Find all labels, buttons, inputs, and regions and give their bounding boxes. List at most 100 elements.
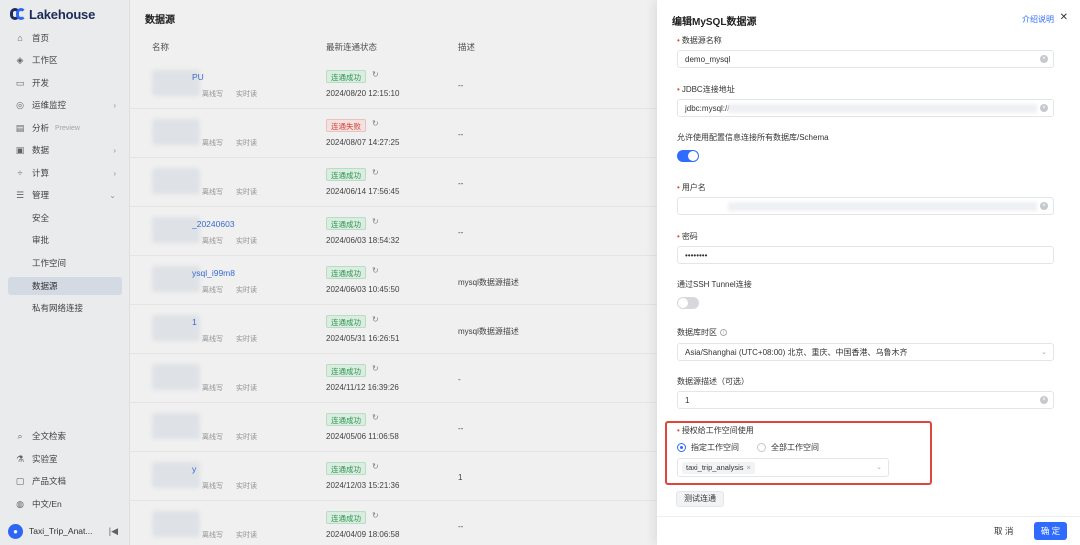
table-row[interactable]: y 离线写 实时读 连通成功 ↻ 2024/12/03 15:21:36 1 bbox=[130, 452, 657, 501]
sidebar-item-security[interactable]: 安全 bbox=[8, 209, 122, 227]
user-menu[interactable]: ● Taxi_Trip_Anat... |◀ bbox=[8, 522, 122, 540]
refresh-icon[interactable]: ↻ bbox=[372, 70, 379, 79]
sidebar-item-language[interactable]: ◍ 中文/En bbox=[8, 495, 122, 513]
sidebar-item-datasource[interactable]: 数据源 bbox=[8, 277, 122, 295]
jdbc-input[interactable]: jdbc:mysql://× bbox=[677, 99, 1054, 117]
clear-icon[interactable]: × bbox=[1040, 396, 1048, 404]
timezone-select[interactable]: Asia/Shanghai (UTC+08:00) 北京、重庆、中国香港、乌鲁木… bbox=[677, 343, 1054, 361]
username-input[interactable]: × bbox=[677, 197, 1054, 215]
table-row[interactable]: 离线写 实时读 连通成功 ↻ 2024/05/06 11:06:58 -- bbox=[130, 403, 657, 452]
name-input[interactable]: demo_mysql × bbox=[677, 50, 1054, 68]
table-row[interactable]: 离线写 实时读 连通成功 ↻ 2024/06/14 17:56:45 -- bbox=[130, 158, 657, 207]
status-badge: 连通成功 bbox=[326, 364, 366, 377]
sidebar-item-search[interactable]: ⌕ 全文检索 bbox=[8, 427, 122, 445]
collapse-sidebar-icon[interactable]: |◀ bbox=[109, 526, 118, 537]
confirm-button[interactable]: 确 定 bbox=[1034, 522, 1067, 540]
monitor-icon: ◎ bbox=[16, 99, 24, 110]
settings-icon: ☰ bbox=[15, 189, 25, 200]
status-badge: 连通成功 bbox=[326, 315, 366, 328]
refresh-icon[interactable]: ↻ bbox=[372, 168, 379, 177]
sidebar-item-home[interactable]: ⌂ 首页 bbox=[8, 29, 122, 47]
sidebar-item-analysis[interactable]: ▤ 分析 Preview bbox=[8, 119, 122, 137]
datasource-name-link[interactable]: ysql_i99m8 bbox=[192, 268, 235, 278]
cancel-button[interactable]: 取 消 bbox=[990, 523, 1017, 539]
datasource-name-link[interactable]: _20240603 bbox=[192, 219, 235, 229]
desc-label: 数据源描述（可选） bbox=[677, 377, 749, 386]
row-description: -- bbox=[458, 130, 464, 139]
radio-all[interactable] bbox=[757, 443, 766, 452]
remove-chip-icon[interactable]: × bbox=[747, 463, 751, 472]
table-row[interactable]: PU 离线写 实时读 连通成功 ↻ 2024/08/20 12:15:10 -- bbox=[130, 60, 657, 109]
password-input[interactable]: •••••••• bbox=[677, 246, 1054, 264]
sidebar-item-approval[interactable]: 审批 bbox=[8, 231, 122, 249]
row-name-blurred bbox=[152, 413, 200, 439]
status-badge: 连通成功 bbox=[326, 413, 366, 426]
table-row[interactable]: 离线写 实时读 连通成功 ↻ 2024/11/12 16:39:26 - bbox=[130, 354, 657, 403]
tag-offline-write: 离线写 bbox=[202, 189, 223, 196]
tag-realtime-read: 实时读 bbox=[236, 385, 257, 392]
page-title: 数据源 bbox=[145, 15, 175, 26]
tag-offline-write: 离线写 bbox=[202, 483, 223, 490]
refresh-icon[interactable]: ↻ bbox=[372, 266, 379, 275]
radio-all-label[interactable]: 全部工作空间 bbox=[771, 442, 819, 453]
tag-realtime-read: 实时读 bbox=[236, 287, 257, 294]
row-description: 1 bbox=[458, 473, 463, 482]
datasource-name-link[interactable]: y bbox=[192, 464, 196, 474]
sidebar-item-workspaces[interactable]: 工作空间 bbox=[8, 254, 122, 272]
drawer-title: 编辑MySQL数据源 bbox=[672, 17, 757, 28]
compute-icon: ÷ bbox=[17, 168, 23, 178]
radio-specific[interactable] bbox=[677, 443, 686, 452]
clear-icon[interactable]: × bbox=[1040, 104, 1048, 112]
clear-icon[interactable]: × bbox=[1040, 202, 1048, 210]
datasource-name-link[interactable]: 1 bbox=[192, 317, 197, 327]
row-description: -- bbox=[458, 522, 464, 531]
table-row[interactable]: _20240603 离线写 实时读 连通成功 ↻ 2024/06/03 18:54:32 -… bbox=[130, 207, 657, 256]
table-row[interactable]: 1 离线写 实时读 连通成功 ↻ 2024/05/31 16:26:51 mysql数据源描… bbox=[130, 305, 657, 354]
tag-offline-write: 离线写 bbox=[202, 140, 223, 147]
sidebar-item-data[interactable]: ▣ 数据 › bbox=[8, 141, 122, 159]
chevron-right-icon: › bbox=[113, 168, 116, 178]
allow-all-toggle[interactable] bbox=[677, 150, 699, 162]
status-badge: 连通成功 bbox=[326, 462, 366, 475]
row-description: -- bbox=[458, 179, 464, 188]
refresh-icon[interactable]: ↻ bbox=[372, 413, 379, 422]
tag-realtime-read: 实时读 bbox=[236, 434, 257, 441]
analysis-icon: ▤ bbox=[15, 122, 25, 133]
sidebar-item-compute[interactable]: ÷ 计算 › bbox=[8, 164, 122, 182]
tag-realtime-read: 实时读 bbox=[236, 91, 257, 98]
tag-realtime-read: 实时读 bbox=[236, 238, 257, 245]
help-link[interactable]: 介绍说明 bbox=[1022, 14, 1054, 25]
sidebar-item-monitor[interactable]: ◎ 运维监控 › bbox=[8, 96, 122, 114]
sidebar-item-private-network[interactable]: 私有网络连接 bbox=[8, 299, 122, 317]
drawer-footer-divider bbox=[657, 516, 1080, 517]
table-row[interactable]: 离线写 实时读 连通成功 ↻ 2024/04/09 18:06:58 -- bbox=[130, 501, 657, 545]
info-icon: i bbox=[720, 329, 727, 337]
refresh-icon[interactable]: ↻ bbox=[372, 364, 379, 373]
sidebar-item-manage[interactable]: ☰ 管理 ⌄ bbox=[8, 186, 122, 204]
sidebar-item-develop[interactable]: ▭ 开发 bbox=[8, 74, 122, 92]
desc-input[interactable]: 1 × bbox=[677, 391, 1054, 409]
status-time: 2024/06/03 10:45:50 bbox=[326, 285, 400, 294]
logo[interactable]: Lakehouse bbox=[10, 6, 95, 22]
radio-specific-label[interactable]: 指定工作空间 bbox=[691, 442, 739, 453]
ssh-toggle[interactable] bbox=[677, 297, 699, 309]
sidebar-item-docs[interactable]: ▢ 产品文档 bbox=[8, 472, 122, 490]
clear-icon[interactable]: × bbox=[1040, 55, 1048, 63]
test-connection-button[interactable]: 测试连通 bbox=[676, 491, 724, 507]
sidebar-item-workspace[interactable]: ◈ 工作区 bbox=[8, 51, 122, 69]
tag-offline-write: 离线写 bbox=[202, 91, 223, 98]
tag-offline-write: 离线写 bbox=[202, 336, 223, 343]
workspace-select[interactable]: taxi_trip_analysis × ⌄ bbox=[677, 458, 889, 477]
table-row[interactable]: ysql_i99m8 离线写 实时读 连通成功 ↻ 2024/06/03 10:45:50… bbox=[130, 256, 657, 305]
status-time: 2024/05/31 16:26:51 bbox=[326, 334, 400, 343]
refresh-icon[interactable]: ↻ bbox=[372, 511, 379, 520]
refresh-icon[interactable]: ↻ bbox=[372, 315, 379, 324]
refresh-icon[interactable]: ↻ bbox=[372, 217, 379, 226]
close-icon[interactable]: ✕ bbox=[1060, 12, 1068, 23]
status-time: 2024/05/06 11:06:58 bbox=[326, 432, 399, 441]
refresh-icon[interactable]: ↻ bbox=[372, 119, 379, 128]
refresh-icon[interactable]: ↻ bbox=[372, 462, 379, 471]
sidebar-item-lab[interactable]: ⚗ 实验室 bbox=[8, 450, 122, 468]
datasource-name-link[interactable]: PU bbox=[192, 72, 204, 82]
table-row[interactable]: 离线写 实时读 连通失败 ↻ 2024/08/07 14:27:25 -- bbox=[130, 109, 657, 158]
